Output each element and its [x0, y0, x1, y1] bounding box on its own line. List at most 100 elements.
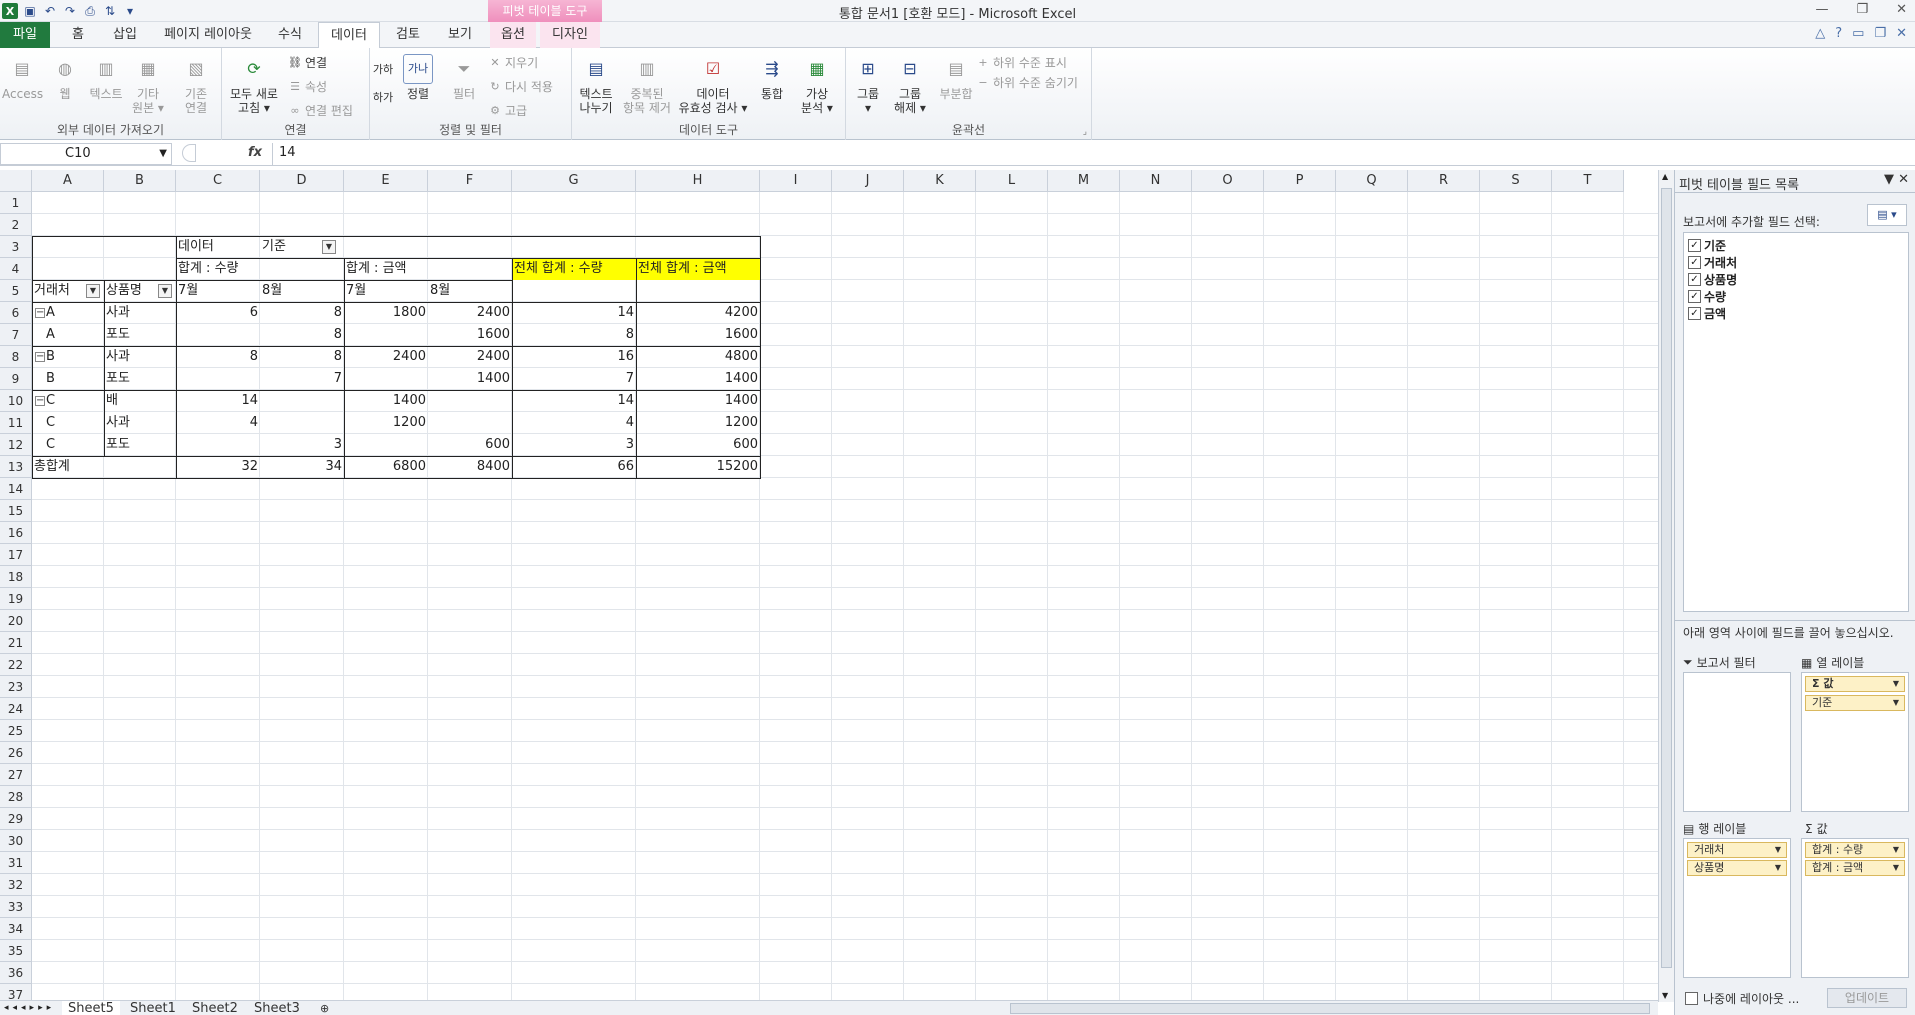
pane-menu-icon[interactable]: ▼: [1884, 172, 1894, 187]
help-icon[interactable]: ?: [1835, 26, 1842, 41]
pivot-product-cell[interactable]: 사과: [104, 412, 176, 434]
pivot-value-cell[interactable]: 2400: [428, 346, 512, 368]
row-header[interactable]: 2: [0, 214, 32, 236]
existing-connections-button[interactable]: ▧ 기존 연결: [176, 54, 216, 116]
column-header[interactable]: O: [1192, 170, 1264, 192]
pivot-total-cell[interactable]: 600: [636, 434, 760, 456]
pivot-product-cell[interactable]: 포도: [104, 324, 176, 346]
pivot-value-cell[interactable]: [344, 368, 428, 390]
row-header[interactable]: 29: [0, 808, 32, 830]
pivot-total-cell[interactable]: 3: [512, 434, 636, 456]
pivot-value-cell[interactable]: 7: [260, 368, 344, 390]
column-header[interactable]: G: [512, 170, 636, 192]
tab-design[interactable]: 디자인: [540, 22, 600, 48]
row-header[interactable]: 18: [0, 566, 32, 588]
row-header[interactable]: 25: [0, 720, 32, 742]
row-chip-product[interactable]: 상품명 ▼: [1687, 860, 1787, 876]
checkbox-checked[interactable]: ✓: [1688, 256, 1701, 269]
hide-detail-button[interactable]: − 하위 수준 숨기기: [976, 74, 1078, 91]
column-header[interactable]: D: [260, 170, 344, 192]
checkbox-unchecked[interactable]: [1685, 992, 1698, 1005]
column-header[interactable]: T: [1552, 170, 1624, 192]
pivot-value-cell[interactable]: 1600: [428, 324, 512, 346]
pivot-sum-qty-header[interactable]: 합계 : 수량: [176, 258, 344, 280]
advanced-filter-button[interactable]: ⚙ 고급: [488, 102, 527, 119]
pivot-customer-cell[interactable]: C: [32, 412, 104, 434]
data-validation-button[interactable]: ☑ 데이터 유효성 검사 ▾: [676, 54, 750, 116]
column-header[interactable]: E: [344, 170, 428, 192]
column-header[interactable]: L: [976, 170, 1048, 192]
pivot-month-header[interactable]: 8월: [428, 280, 512, 302]
pivot-grand-total-cell[interactable]: 34: [260, 456, 344, 478]
field-item-base[interactable]: ✓ 기준: [1688, 237, 1726, 254]
chevron-down-icon[interactable]: ▼: [1775, 843, 1781, 857]
pivot-value-cell[interactable]: 8: [260, 302, 344, 324]
filter-button[interactable]: ⏷ 필터: [446, 54, 482, 102]
row-header[interactable]: 9: [0, 368, 32, 390]
pivot-value-cell[interactable]: 1200: [344, 412, 428, 434]
scroll-down-icon[interactable]: ▼: [1662, 991, 1668, 1000]
subtotal-button[interactable]: ▤ 부분합: [934, 54, 978, 102]
row-header[interactable]: 27: [0, 764, 32, 786]
row-header[interactable]: 14: [0, 478, 32, 500]
defer-layout-update[interactable]: 나중에 레이아웃 ...: [1685, 990, 1799, 1007]
pivot-grand-total-cell[interactable]: 6800: [344, 456, 428, 478]
pivot-total-cell[interactable]: 4800: [636, 346, 760, 368]
tab-file[interactable]: 파일: [0, 22, 50, 48]
pivot-product-cell[interactable]: 사과: [104, 346, 176, 368]
row-header[interactable]: 15: [0, 500, 32, 522]
row-header[interactable]: 6: [0, 302, 32, 324]
row-header[interactable]: 35: [0, 940, 32, 962]
value-chip-amount[interactable]: 합계 : 금액 ▼: [1805, 860, 1905, 876]
edit-links-button[interactable]: ∞ 연결 편집: [288, 102, 353, 119]
row-header[interactable]: 31: [0, 852, 32, 874]
checkbox-checked[interactable]: ✓: [1688, 239, 1701, 252]
web-button[interactable]: ◍ 웹: [48, 54, 82, 102]
close-icon[interactable]: ✕: [1896, 2, 1907, 17]
pivot-grand-total-cell[interactable]: 32: [176, 456, 260, 478]
row-header[interactable]: 19: [0, 588, 32, 610]
checkbox-checked[interactable]: ✓: [1688, 273, 1701, 286]
pivot-value-cell[interactable]: [176, 434, 260, 456]
pivot-value-cell[interactable]: 14: [176, 390, 260, 412]
reapply-button[interactable]: ↻ 다시 적용: [488, 78, 553, 95]
formula-input[interactable]: 14: [272, 143, 1903, 165]
collapse-icon[interactable]: −: [35, 352, 45, 362]
chevron-down-icon[interactable]: ▼: [1893, 696, 1899, 710]
access-button[interactable]: ▤ Access: [2, 54, 43, 102]
row-header[interactable]: 20: [0, 610, 32, 632]
pivot-product-cell[interactable]: 배: [104, 390, 176, 412]
pivot-value-cell[interactable]: 1400: [428, 368, 512, 390]
show-detail-button[interactable]: + 하위 수준 표시: [976, 54, 1066, 71]
what-if-button[interactable]: ▦ 가상 분석 ▾: [794, 54, 840, 116]
pivot-value-cell[interactable]: 2400: [428, 302, 512, 324]
row-header[interactable]: 8: [0, 346, 32, 368]
row-header[interactable]: 34: [0, 918, 32, 940]
checkbox-checked[interactable]: ✓: [1688, 307, 1701, 320]
pivot-total-amt-header[interactable]: 전체 합계 : 금액: [636, 258, 760, 280]
doc-close-icon[interactable]: ✕: [1896, 26, 1907, 41]
pivot-month-header[interactable]: 8월: [260, 280, 344, 302]
pivot-value-cell[interactable]: [428, 412, 512, 434]
column-header[interactable]: I: [760, 170, 832, 192]
column-header[interactable]: F: [428, 170, 512, 192]
filter-dropdown-icon[interactable]: ▼: [158, 284, 172, 298]
pivot-grand-total-cell[interactable]: 15200: [636, 456, 760, 478]
field-item-customer[interactable]: ✓ 거래처: [1688, 254, 1737, 271]
field-item-amount[interactable]: ✓ 금액: [1688, 305, 1726, 322]
restore-icon[interactable]: ❐: [1856, 2, 1868, 17]
vertical-scrollbar[interactable]: ▲ ▼: [1658, 170, 1674, 1002]
row-header[interactable]: 5: [0, 280, 32, 302]
pivot-data-label[interactable]: 데이터: [176, 236, 260, 258]
row-header[interactable]: 11: [0, 412, 32, 434]
insert-sheet-icon[interactable]: ⊕: [314, 1001, 335, 1015]
pivot-value-cell[interactable]: [260, 412, 344, 434]
report-filter-area[interactable]: [1683, 672, 1791, 812]
pivot-value-cell[interactable]: 600: [428, 434, 512, 456]
row-header[interactable]: 4: [0, 258, 32, 280]
row-header[interactable]: 12: [0, 434, 32, 456]
pivot-total-cell[interactable]: 1600: [636, 324, 760, 346]
pivot-total-cell[interactable]: 14: [512, 302, 636, 324]
pivot-value-cell[interactable]: 2400: [344, 346, 428, 368]
chevron-down-icon[interactable]: ▼: [1775, 861, 1781, 875]
